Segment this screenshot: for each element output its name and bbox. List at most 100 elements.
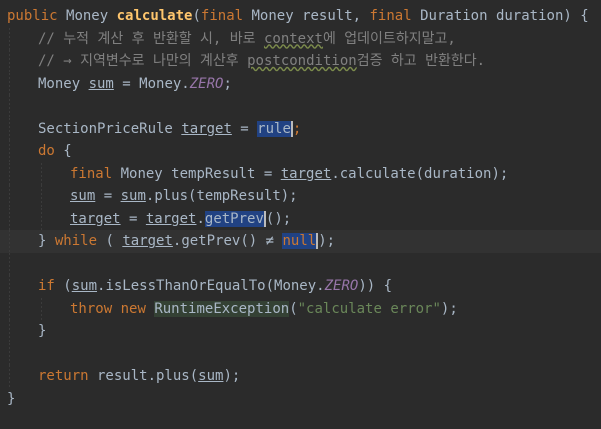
indent-guide <box>9 230 10 253</box>
param-duration: Duration duration) { <box>411 8 589 24</box>
class-runtimeexception: RuntimeException <box>154 300 290 317</box>
variable-sum: sum <box>71 278 98 294</box>
indent-guide <box>9 207 10 230</box>
code-text: ( <box>97 233 123 249</box>
type-money: Money <box>66 8 109 24</box>
indent-guide <box>9 162 10 185</box>
code-text: ( <box>289 300 298 317</box>
indent-guide <box>41 162 42 185</box>
indent-guide <box>9 27 10 50</box>
code-line-2[interactable]: // 누적 계산 후 반환할 시, 바로 context에 업데이트하지말고, <box>0 27 601 50</box>
indent-guide <box>41 207 42 230</box>
code-line-4[interactable]: Money sum = Money.ZERO; <box>0 72 601 95</box>
code-line-12[interactable] <box>0 252 601 275</box>
code-line-14[interactable]: throw new RuntimeException("calculate er… <box>0 297 601 320</box>
indent-guide <box>9 185 10 208</box>
variable-sum: sum <box>120 188 146 204</box>
indent-guide <box>9 50 10 73</box>
indent-guide <box>9 342 10 365</box>
code-text: ( <box>54 278 72 294</box>
string-literal: "calculate error" <box>297 300 441 317</box>
indent-guide <box>9 297 10 320</box>
method-name-calculate: calculate <box>116 8 193 24</box>
keyword-final: final <box>200 8 244 24</box>
code-text: = <box>120 210 146 227</box>
comment-text: 검증 하고 반환한다. <box>356 53 486 69</box>
code-text: ); <box>318 233 336 249</box>
code-line-17[interactable]: return result.plus(sum); <box>0 365 601 388</box>
code-text: = <box>231 120 258 137</box>
code-text: = Money. <box>113 75 190 92</box>
variable-sum: sum <box>70 188 96 204</box>
comment-text: // 누적 계산 후 반환할 시, 바로 <box>38 30 264 47</box>
code-text: { <box>54 143 72 159</box>
indent-guide <box>41 297 42 320</box>
code-line-5[interactable] <box>0 95 601 118</box>
indent-guide <box>9 95 10 118</box>
code-editor[interactable]: public Money calculate(final Money resul… <box>0 0 601 429</box>
code-text: (); <box>265 210 292 227</box>
code-text: ); <box>440 300 458 317</box>
code-text: .calculate(duration); <box>331 165 509 182</box>
variable-target: target <box>122 233 173 249</box>
code-text: SectionPriceRule <box>38 120 182 137</box>
keyword-throw: throw <box>70 300 113 317</box>
indent-guide <box>9 72 10 95</box>
keyword-return: return <box>38 368 89 384</box>
code-line-7[interactable]: do { <box>0 140 601 163</box>
indent-guide <box>9 275 10 298</box>
keyword-do: do <box>38 143 55 159</box>
code-text: } <box>38 233 55 249</box>
code-line-10[interactable]: target = target.getPrev (); <box>0 207 601 230</box>
comment-context-word: context <box>263 30 323 47</box>
code-line-3[interactable]: // → 지역변수로 나만의 계산후 postcondition검증 하고 반환… <box>0 50 601 73</box>
comment-postcondition-word: postcondition <box>247 53 357 69</box>
code-text: result.plus( <box>88 368 199 384</box>
variable-sum: sum <box>198 368 224 384</box>
code-line-15[interactable]: } <box>0 320 601 343</box>
code-text: Money <box>38 75 89 92</box>
constant-zero: ZERO <box>324 278 359 294</box>
variable-target: target <box>145 210 197 227</box>
keyword-if: if <box>38 278 55 294</box>
code-text: Money tempResult = <box>112 165 281 182</box>
keyword-final: final <box>70 165 113 182</box>
variable-target: target <box>280 165 332 182</box>
field-rule-highlighted: rule <box>257 120 293 137</box>
keyword-null-highlighted: null <box>282 233 319 249</box>
code-line-1[interactable]: public Money calculate(final Money resul… <box>0 5 601 28</box>
keyword-public: public <box>7 8 58 24</box>
indent-guide <box>9 320 10 343</box>
code-text: )) { <box>358 278 393 294</box>
code-line-9[interactable]: sum = sum.plus(tempResult); <box>0 185 601 208</box>
code-text: .plus(tempResult); <box>145 188 298 204</box>
keyword-while: while <box>54 233 98 249</box>
code-line-18[interactable]: } <box>0 388 601 411</box>
indent-guide <box>9 252 10 275</box>
code-line-8[interactable]: final Money tempResult = target.calculat… <box>0 162 601 185</box>
code-line-11-current[interactable]: } while ( target.getPrev() ≠ null); <box>0 230 601 253</box>
code-text: .getPrev() ≠ <box>172 233 283 249</box>
indent-guide <box>41 185 42 208</box>
variable-target: target <box>181 120 232 137</box>
indent-guide <box>9 365 10 388</box>
paren-open: ( <box>192 8 201 24</box>
code-text: ; <box>223 75 232 92</box>
param-result: Money result, <box>243 8 370 24</box>
variable-sum: sum <box>88 75 114 92</box>
indent-guide <box>9 117 10 140</box>
method-getprev-highlighted: getPrev <box>204 210 266 227</box>
code-text: .isLessThanOrEqualTo(Money. <box>97 278 325 294</box>
code-text: = <box>95 188 121 204</box>
comment-text: 에 업데이트하지말고, <box>322 30 456 47</box>
code-text: . <box>196 210 205 227</box>
code-text: } <box>7 390 16 407</box>
code-text: ); <box>223 368 241 384</box>
code-line-6[interactable]: SectionPriceRule target = rule; <box>0 117 601 140</box>
comment-text: // → 지역변수로 나만의 계산후 <box>38 53 248 69</box>
code-line-13[interactable]: if (sum.isLessThanOrEqualTo(Money.ZERO))… <box>0 275 601 298</box>
indent-guide <box>9 140 10 163</box>
code-line-16[interactable] <box>0 342 601 365</box>
variable-target: target <box>70 210 121 227</box>
